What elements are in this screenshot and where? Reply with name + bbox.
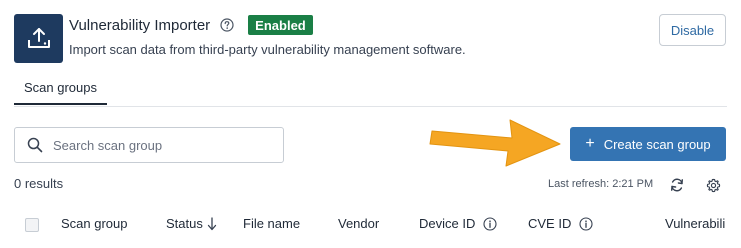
info-icon[interactable] bbox=[483, 216, 497, 231]
last-refresh-text: Last refresh: 2:21 PM bbox=[548, 178, 654, 190]
plus-icon: + bbox=[585, 135, 595, 152]
column-header-scan-group[interactable]: Scan group bbox=[61, 216, 128, 231]
vulnerability-importer-page: Vulnerability Importer Enabled Import sc… bbox=[0, 0, 741, 248]
tab-bar: Scan groups bbox=[14, 72, 727, 107]
create-scan-group-label: Create scan group bbox=[603, 136, 711, 152]
status-badge: Enabled bbox=[248, 15, 313, 35]
column-header-vulnerability[interactable]: Vulnerabili bbox=[665, 216, 725, 231]
refresh-icon[interactable] bbox=[669, 177, 685, 193]
column-label: Status bbox=[166, 216, 203, 231]
column-header-device-id[interactable]: Device ID bbox=[419, 216, 497, 231]
column-label: Scan group bbox=[61, 216, 128, 231]
column-label: Vendor bbox=[338, 216, 380, 231]
column-header-status[interactable]: Status bbox=[166, 216, 217, 231]
info-icon[interactable] bbox=[579, 216, 593, 231]
column-header-file-name[interactable]: File name bbox=[243, 216, 300, 231]
select-all-checkbox[interactable] bbox=[25, 218, 39, 232]
column-label: Vulnerabili bbox=[665, 216, 726, 231]
column-header-cve-id[interactable]: CVE ID bbox=[528, 216, 593, 231]
column-label: CVE ID bbox=[528, 216, 572, 231]
create-scan-group-button[interactable]: + Create scan group bbox=[570, 127, 726, 161]
column-label: File name bbox=[243, 216, 301, 231]
settings-gear-icon[interactable] bbox=[705, 177, 721, 193]
search-input[interactable] bbox=[51, 136, 275, 154]
help-icon[interactable] bbox=[220, 18, 234, 32]
page-description: Import scan data from third-party vulner… bbox=[69, 42, 466, 57]
search-icon bbox=[27, 137, 43, 153]
results-count: 0 results bbox=[14, 176, 64, 191]
disable-button[interactable]: Disable bbox=[659, 14, 726, 46]
pointer-arrow-icon bbox=[428, 116, 564, 173]
upload-tray-icon bbox=[14, 14, 63, 63]
search-box[interactable] bbox=[14, 127, 284, 163]
page-title: Vulnerability Importer bbox=[69, 16, 211, 34]
sort-down-arrow-icon bbox=[207, 216, 217, 231]
tab-scan-groups[interactable]: Scan groups bbox=[14, 72, 107, 105]
column-label: Device ID bbox=[419, 216, 476, 231]
column-header-vendor[interactable]: Vendor bbox=[338, 216, 379, 231]
title-row: Vulnerability Importer Enabled bbox=[69, 14, 313, 36]
table-header: Scan group Status File name Vendor Devic… bbox=[14, 204, 741, 248]
